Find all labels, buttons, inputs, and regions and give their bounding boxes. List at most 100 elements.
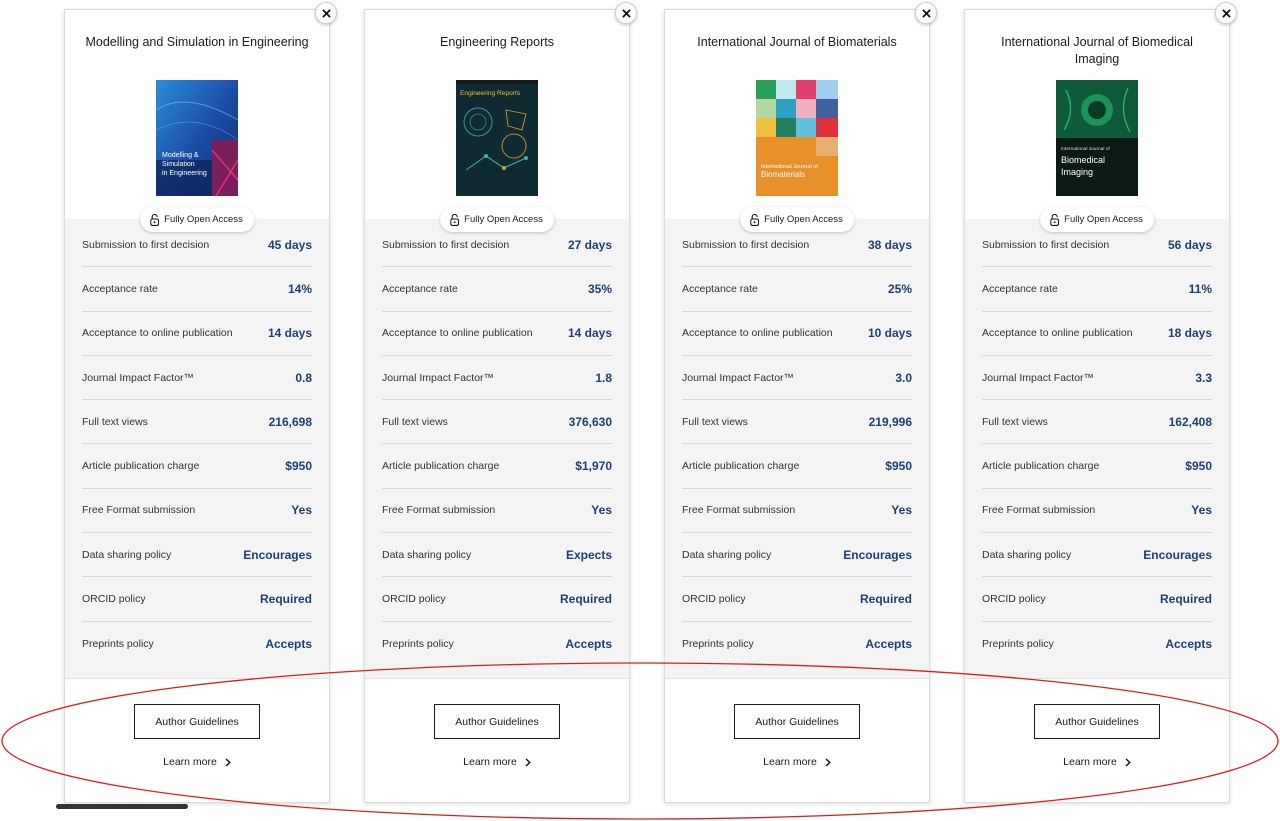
metric-label: Acceptance rate bbox=[682, 282, 758, 295]
metric-value: 18 days bbox=[1167, 326, 1212, 341]
metric-label: Journal Impact Factor™ bbox=[382, 371, 495, 384]
metric-value: 11% bbox=[1188, 281, 1212, 296]
metric-value: 3.0 bbox=[895, 370, 912, 385]
author-guidelines-button[interactable]: Author Guidelines bbox=[134, 704, 260, 739]
learn-more-link[interactable]: Learn more bbox=[65, 756, 329, 768]
remove-journal-button[interactable] bbox=[915, 2, 937, 24]
metric-label: Submission to first decision bbox=[82, 238, 210, 251]
metric-row: Data sharing policy Expects bbox=[382, 533, 612, 578]
learn-more-link[interactable]: Learn more bbox=[665, 756, 929, 768]
learn-more-link[interactable]: Learn more bbox=[965, 756, 1229, 768]
metric-row: ORCID policy Required bbox=[982, 577, 1212, 622]
author-guidelines-button[interactable]: Author Guidelines bbox=[734, 704, 860, 739]
metric-label: Article publication charge bbox=[382, 460, 500, 473]
metric-row: Submission to first decision 27 days bbox=[382, 223, 612, 268]
metric-row: Free Format submission Yes bbox=[682, 489, 912, 534]
metric-label: Journal Impact Factor™ bbox=[682, 371, 795, 384]
metric-value: Encourages bbox=[843, 547, 912, 562]
metric-value: 0.8 bbox=[295, 370, 312, 385]
metric-row: Article publication charge $950 bbox=[82, 444, 312, 489]
metric-label: Journal Impact Factor™ bbox=[982, 371, 1095, 384]
metric-row: Article publication charge $950 bbox=[682, 444, 912, 489]
journal-card: International Journal of Biomaterials In… bbox=[664, 2, 937, 803]
journal-title[interactable]: International Journal of Biomaterials bbox=[679, 34, 915, 51]
metric-row: Journal Impact Factor™ 1.8 bbox=[382, 356, 612, 401]
journal-cover-image: Engineering Reports bbox=[456, 80, 538, 196]
metric-label: Preprints policy bbox=[82, 637, 154, 650]
metric-value: $950 bbox=[885, 459, 912, 474]
metric-value: 35% bbox=[587, 281, 612, 296]
metric-value: Yes bbox=[591, 503, 612, 518]
metric-label: Full text views bbox=[682, 415, 748, 428]
journal-title[interactable]: Modelling and Simulation in Engineering bbox=[79, 34, 315, 51]
close-icon bbox=[921, 8, 931, 18]
metric-label: Journal Impact Factor™ bbox=[82, 371, 195, 384]
metric-row: Article publication charge $1,970 bbox=[382, 444, 612, 489]
metric-label: Submission to first decision bbox=[382, 238, 510, 251]
metric-row: Free Format submission Yes bbox=[382, 489, 612, 534]
metric-row: Full text views 216,698 bbox=[82, 400, 312, 445]
metric-label: Acceptance rate bbox=[382, 282, 458, 295]
journal-card: International Journal of Biomedical Imag… bbox=[964, 2, 1237, 803]
learn-more-link[interactable]: Learn more bbox=[365, 756, 629, 768]
chevron-right-icon bbox=[825, 757, 831, 767]
metric-value: 56 days bbox=[1167, 237, 1212, 252]
metric-label: Free Format submission bbox=[82, 504, 196, 517]
journal-card: Modelling and Simulation in Engineering … bbox=[64, 2, 337, 803]
metric-label: Data sharing policy bbox=[682, 548, 772, 561]
metric-value: 216,698 bbox=[268, 414, 312, 429]
metric-value: Yes bbox=[891, 503, 912, 518]
author-guidelines-button[interactable]: Author Guidelines bbox=[434, 704, 560, 739]
metric-label: Article publication charge bbox=[82, 460, 200, 473]
metric-label: Article publication charge bbox=[982, 460, 1100, 473]
close-icon bbox=[621, 8, 631, 18]
metrics-list: Submission to first decision 38 days Acce… bbox=[682, 223, 912, 666]
author-guidelines-button[interactable]: Author Guidelines bbox=[1034, 704, 1160, 739]
metric-label: ORCID policy bbox=[982, 593, 1046, 606]
journal-title[interactable]: Engineering Reports bbox=[379, 34, 615, 51]
metric-label: ORCID policy bbox=[682, 593, 746, 606]
metric-row: Acceptance rate 11% bbox=[982, 267, 1212, 312]
chevron-right-icon bbox=[1125, 757, 1131, 767]
learn-more-label: Learn more bbox=[463, 756, 517, 768]
metric-row: Data sharing policy Encourages bbox=[682, 533, 912, 578]
journal-cover-image: International Journal of Biomedical Imag… bbox=[1056, 80, 1138, 196]
metric-value: Yes bbox=[291, 503, 312, 518]
close-icon bbox=[321, 8, 331, 18]
horizontal-scrollbar[interactable] bbox=[56, 804, 188, 809]
cover-title-line: Imaging bbox=[1061, 167, 1093, 177]
metric-row: Full text views 376,630 bbox=[382, 400, 612, 445]
metric-label: Article publication charge bbox=[682, 460, 800, 473]
metric-value: Required bbox=[259, 592, 312, 607]
metric-value: 45 days bbox=[267, 237, 312, 252]
metric-row: Submission to first decision 38 days bbox=[682, 223, 912, 268]
metric-value: 1.8 bbox=[595, 370, 612, 385]
metric-row: Preprints policy Accepts bbox=[382, 622, 612, 666]
metric-row: Journal Impact Factor™ 3.3 bbox=[982, 356, 1212, 401]
metric-value: $1,970 bbox=[575, 459, 612, 474]
remove-journal-button[interactable] bbox=[615, 2, 637, 24]
journal-title[interactable]: International Journal of Biomedical Imag… bbox=[979, 34, 1215, 68]
cover-title-line: in Engineering bbox=[162, 170, 207, 177]
metric-label: Full text views bbox=[382, 415, 448, 428]
remove-journal-button[interactable] bbox=[1215, 2, 1237, 24]
close-icon bbox=[1221, 8, 1231, 18]
metric-value: Accepts bbox=[865, 636, 912, 651]
journal-card: Engineering Reports Engineering Reports bbox=[364, 2, 637, 803]
metric-row: Full text views 219,996 bbox=[682, 400, 912, 445]
metric-label: Submission to first decision bbox=[682, 238, 810, 251]
metric-value: 14 days bbox=[267, 326, 312, 341]
cover-title-line: Engineering Reports bbox=[460, 90, 521, 97]
metric-label: Data sharing policy bbox=[982, 548, 1072, 561]
metric-label: Free Format submission bbox=[682, 504, 796, 517]
metric-row: Acceptance to online publication 14 days bbox=[382, 312, 612, 356]
metric-label: Full text views bbox=[982, 415, 1048, 428]
learn-more-label: Learn more bbox=[163, 756, 217, 768]
metric-value: Yes bbox=[1191, 503, 1212, 518]
metric-value: 376,630 bbox=[568, 414, 612, 429]
metric-label: Acceptance to online publication bbox=[82, 327, 233, 340]
metric-label: Data sharing policy bbox=[382, 548, 472, 561]
remove-journal-button[interactable] bbox=[315, 2, 337, 24]
learn-more-label: Learn more bbox=[763, 756, 817, 768]
metric-row: Data sharing policy Encourages bbox=[982, 533, 1212, 578]
